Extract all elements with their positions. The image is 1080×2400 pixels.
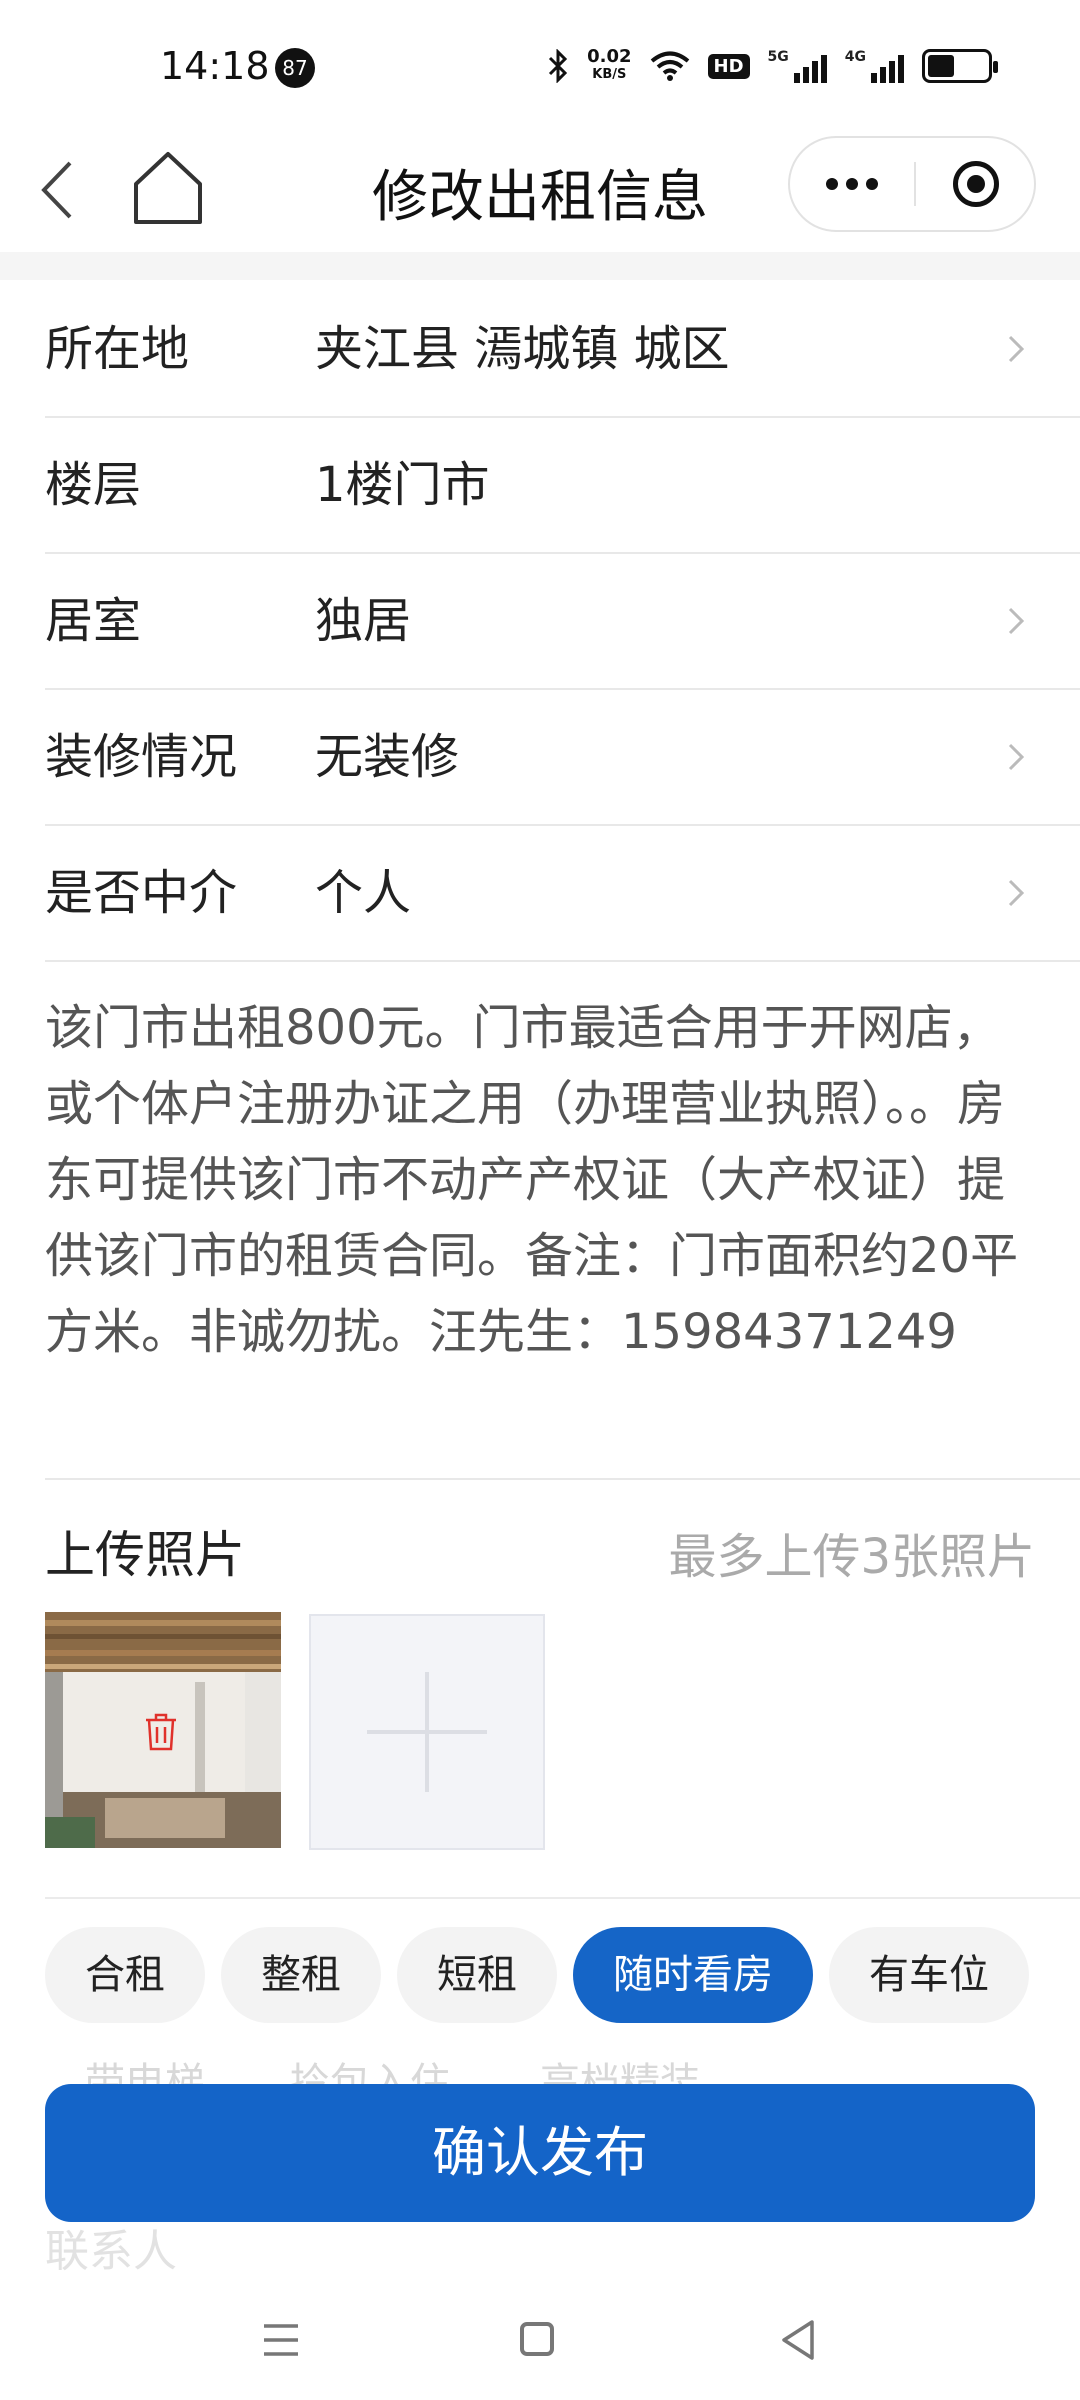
- faded-contact-label: 联系人: [45, 2226, 177, 2277]
- system-nav-bar: [0, 2290, 1080, 2400]
- form-label: 楼层: [45, 457, 142, 513]
- form-value: 独居: [315, 593, 412, 649]
- tag-viewing-anytime[interactable]: 随时看房: [573, 1927, 813, 2023]
- home-square-icon[interactable]: [520, 2322, 554, 2356]
- target-icon: [953, 161, 999, 207]
- trash-icon[interactable]: [142, 1712, 180, 1752]
- chevron-right-icon: [1008, 335, 1025, 363]
- speed-unit: KB/S: [592, 67, 627, 82]
- tag-short-rent[interactable]: 短租: [397, 1927, 557, 2023]
- chevron-right-icon: [1008, 879, 1025, 907]
- add-photo-button[interactable]: [309, 1614, 545, 1850]
- divider: [45, 1478, 1080, 1480]
- speed-value: 0.02: [587, 46, 632, 67]
- form-row-agency[interactable]: 是否中介 个人: [45, 826, 1080, 962]
- status-bar: 14:18 87 0.02 KB/S HD 5G 4G: [0, 0, 1080, 130]
- status-icons: 0.02 KB/S HD 5G 4G: [547, 44, 998, 88]
- section-gap: [0, 252, 1080, 280]
- close-miniprogram-button[interactable]: [914, 138, 1038, 230]
- form-value: 无装修: [315, 729, 460, 785]
- uploaded-photo[interactable]: [45, 1612, 281, 1848]
- status-time: 14:18: [160, 44, 270, 88]
- tag-whole-rent[interactable]: 整租: [221, 1927, 381, 2023]
- upload-title: 上传照片: [45, 1526, 245, 1584]
- hd-badge: HD: [707, 53, 750, 79]
- more-options-button[interactable]: [790, 138, 914, 230]
- form-row-rooms[interactable]: 居室 独居: [45, 554, 1080, 690]
- menu-icon[interactable]: [262, 2320, 300, 2360]
- confirm-publish-button[interactable]: 确认发布: [45, 2084, 1035, 2222]
- tag-shared-rent[interactable]: 合租: [45, 1927, 205, 2023]
- nav-header: 修改出租信息: [0, 130, 1080, 250]
- upload-hint: 最多上传3张照片: [668, 1529, 1035, 1585]
- plus-icon: [367, 1672, 487, 1792]
- bluetooth-icon: [549, 49, 568, 83]
- chevron-right-icon: [1008, 607, 1025, 635]
- tag-parking[interactable]: 有车位: [829, 1927, 1029, 2023]
- battery-icon: [922, 49, 998, 83]
- feature-tags: 合租 整租 短租 随时看房 有车位: [45, 1927, 1029, 2023]
- form-label: 装修情况: [45, 729, 238, 785]
- back-triangle-icon[interactable]: [778, 2318, 818, 2362]
- signal-icon: 5G: [768, 49, 827, 83]
- form-value: 1楼门市: [315, 457, 490, 513]
- form-label: 居室: [45, 593, 142, 649]
- form-label: 所在地: [45, 321, 190, 377]
- signal-icon-2: 4G: [845, 49, 904, 83]
- divider: [45, 1897, 1080, 1899]
- mini-program-capsule: [788, 136, 1036, 232]
- form-label: 是否中介: [45, 865, 238, 921]
- form-row-location[interactable]: 所在地 夹江县 漹城镇 城区: [45, 282, 1080, 418]
- form-row-decoration[interactable]: 装修情况 无装修: [45, 690, 1080, 826]
- form-row-floor[interactable]: 楼层 1楼门市: [45, 418, 1080, 554]
- sim1-label: 5G: [767, 49, 789, 65]
- chevron-right-icon: [1008, 743, 1025, 771]
- form-value: 个人: [315, 865, 412, 921]
- form-value: 夹江县 漹城镇 城区: [315, 321, 730, 377]
- sim2-label: 4G: [844, 49, 866, 65]
- description-textarea[interactable]: 该门市出租800元。门市最适合用于开网店，或个体户注册办证之用（办理营业执照）。…: [45, 990, 1035, 1370]
- network-speed: 0.02 KB/S: [587, 48, 631, 84]
- notification-badge: 87: [275, 48, 315, 88]
- battery-level: [928, 55, 955, 77]
- wifi-icon: [650, 51, 689, 81]
